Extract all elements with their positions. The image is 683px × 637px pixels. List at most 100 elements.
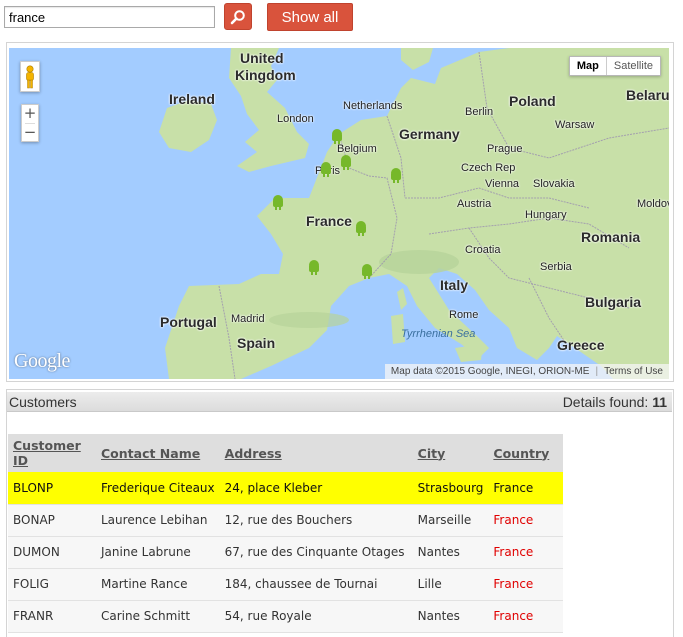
map[interactable]: United Kingdom Ireland London Netherland… bbox=[9, 48, 669, 379]
column-header-label[interactable]: Address bbox=[225, 446, 282, 461]
cell-country: France bbox=[488, 536, 563, 569]
map-label-hungary: Hungary bbox=[525, 209, 567, 221]
map-label-moldova: Moldova bbox=[637, 198, 669, 210]
cell-contact-name: Martine Rance bbox=[96, 568, 220, 601]
cell-address: 54, rue Royale bbox=[219, 600, 413, 633]
table-row[interactable]: DUMON Janine Labrune 67, rue des Cinquan… bbox=[8, 536, 563, 569]
cell-customer-id: FOLIG bbox=[8, 568, 96, 601]
map-data-credit: Map data ©2015 Google, INEGI, ORION-ME bbox=[390, 366, 590, 377]
map-marker-icon[interactable] bbox=[307, 258, 321, 276]
terms-of-use-link[interactable]: Terms of Use bbox=[604, 366, 663, 377]
column-contact-name[interactable]: Contact Name bbox=[96, 434, 220, 472]
details-found: Details found: 11 bbox=[563, 394, 667, 410]
map-label-czech: Czech Rep bbox=[461, 162, 516, 174]
street-view-pegman-icon[interactable] bbox=[20, 61, 40, 92]
cell-country: France bbox=[488, 472, 563, 505]
cell-address: 184, chaussee de Tournai bbox=[219, 568, 413, 601]
cell-customer-id: FRANR bbox=[8, 600, 96, 633]
column-header-label[interactable]: Contact Name bbox=[101, 446, 200, 461]
cell-city: Lille bbox=[412, 568, 489, 601]
map-attribution: Map data ©2015 Google, INEGI, ORION-ME |… bbox=[384, 364, 669, 379]
map-label-tyrrhenian-sea: Tyrrhenian Sea bbox=[401, 328, 476, 340]
map-label-bulgaria: Bulgaria bbox=[585, 294, 642, 310]
column-header-label[interactable]: Country bbox=[493, 446, 549, 461]
attribution-divider: | bbox=[595, 366, 599, 377]
map-marker-icon[interactable] bbox=[319, 160, 333, 178]
cell-contact-name: Carine Schmitt bbox=[96, 600, 220, 633]
table-row[interactable]: FOLIG Martine Rance 184, chaussee de Tou… bbox=[8, 568, 563, 601]
cell-customer-id: BONAP bbox=[8, 504, 96, 537]
column-header-label[interactable]: Customer ID bbox=[13, 438, 81, 468]
map-label-romania: Romania bbox=[581, 229, 641, 245]
map-label-serbia: Serbia bbox=[540, 261, 572, 273]
map-marker-icon[interactable] bbox=[354, 219, 368, 237]
column-header-label[interactable]: City bbox=[418, 446, 446, 461]
map-label-kingdom: Kingdom bbox=[235, 67, 296, 83]
map-label-poland: Poland bbox=[509, 93, 556, 109]
cell-city: Strasbourg bbox=[412, 472, 489, 505]
map-label-belarus: Belaru bbox=[626, 87, 669, 103]
map-label-berlin: Berlin bbox=[465, 106, 494, 118]
table-row[interactable]: BLONP Frederique Citeaux 24, place Klebe… bbox=[8, 472, 563, 505]
table-row[interactable]: FRANR Carine Schmitt 54, rue Royale Nant… bbox=[8, 600, 563, 633]
cell-customer-id: BLONP bbox=[8, 472, 96, 505]
map-label-rome: Rome bbox=[449, 309, 479, 321]
map-type-control: Map Satellite bbox=[568, 56, 661, 76]
map-label-france: France bbox=[306, 213, 352, 229]
cell-country: France bbox=[488, 504, 563, 537]
map-label-spain: Spain bbox=[237, 335, 276, 351]
details-found-label: Details found: bbox=[562, 394, 649, 410]
map-marker-icon[interactable] bbox=[339, 153, 353, 171]
map-label-portugal: Portugal bbox=[160, 314, 217, 330]
map-marker-icon[interactable] bbox=[360, 262, 374, 280]
map-label-slovakia: Slovakia bbox=[533, 178, 575, 190]
map-type-satellite-button[interactable]: Satellite bbox=[607, 57, 660, 75]
map-label-italy: Italy bbox=[440, 277, 469, 293]
column-customer-id[interactable]: Customer ID bbox=[8, 434, 96, 472]
cell-country: France bbox=[488, 600, 563, 633]
map-label-ireland: Ireland bbox=[169, 91, 215, 107]
google-logo: Google bbox=[14, 350, 70, 372]
cell-contact-name: Frederique Citeaux bbox=[96, 472, 220, 505]
column-city[interactable]: City bbox=[412, 434, 489, 472]
pegman-icon bbox=[26, 64, 34, 88]
cell-address: 24, place Kleber bbox=[219, 472, 413, 505]
map-label-madrid: Madrid bbox=[231, 313, 265, 325]
map-type-map-button[interactable]: Map bbox=[570, 57, 607, 75]
map-label-prague: Prague bbox=[487, 143, 523, 155]
map-label-germany: Germany bbox=[399, 126, 460, 142]
customers-header: Customers Details found: 11 bbox=[7, 392, 672, 412]
cell-city: Nantes bbox=[412, 536, 489, 569]
cell-address: 12, rue des Bouchers bbox=[219, 504, 413, 537]
zoom-in-button[interactable]: + bbox=[22, 105, 38, 123]
cell-contact-name: Janine Labrune bbox=[96, 536, 220, 569]
customers-table: Customer ID Contact Name Address City Co… bbox=[8, 434, 563, 633]
table-header-row: Customer ID Contact Name Address City Co… bbox=[8, 434, 563, 472]
column-address[interactable]: Address bbox=[219, 434, 413, 472]
cell-address: 67, rue des Cinquante Otages bbox=[219, 536, 413, 569]
show-all-button[interactable]: Show all bbox=[267, 3, 353, 31]
map-label-warsaw: Warsaw bbox=[555, 119, 595, 131]
map-label-netherlands: Netherlands bbox=[343, 100, 403, 112]
cell-city: Nantes bbox=[412, 600, 489, 633]
map-marker-icon[interactable] bbox=[271, 193, 285, 211]
map-marker-icon[interactable] bbox=[389, 166, 403, 184]
details-found-count: 11 bbox=[652, 394, 667, 410]
map-marker-icon[interactable] bbox=[330, 127, 344, 145]
search-icon bbox=[230, 9, 245, 24]
cell-country: France bbox=[488, 568, 563, 601]
map-label-croatia: Croatia bbox=[465, 244, 501, 256]
cell-customer-id: DUMON bbox=[8, 536, 96, 569]
search-button[interactable] bbox=[224, 3, 252, 30]
map-label-vienna: Vienna bbox=[485, 178, 520, 190]
search-input[interactable] bbox=[4, 6, 215, 28]
cell-city: Marseille bbox=[412, 504, 489, 537]
zoom-control: + − bbox=[21, 104, 39, 142]
column-country[interactable]: Country bbox=[488, 434, 563, 472]
customers-title: Customers bbox=[9, 394, 77, 410]
map-label-united: United bbox=[240, 50, 284, 66]
table-row[interactable]: BONAP Laurence Lebihan 12, rue des Bouch… bbox=[8, 504, 563, 537]
map-label-greece: Greece bbox=[557, 337, 605, 353]
map-label-austria: Austria bbox=[457, 198, 492, 210]
zoom-out-button[interactable]: − bbox=[22, 124, 38, 142]
